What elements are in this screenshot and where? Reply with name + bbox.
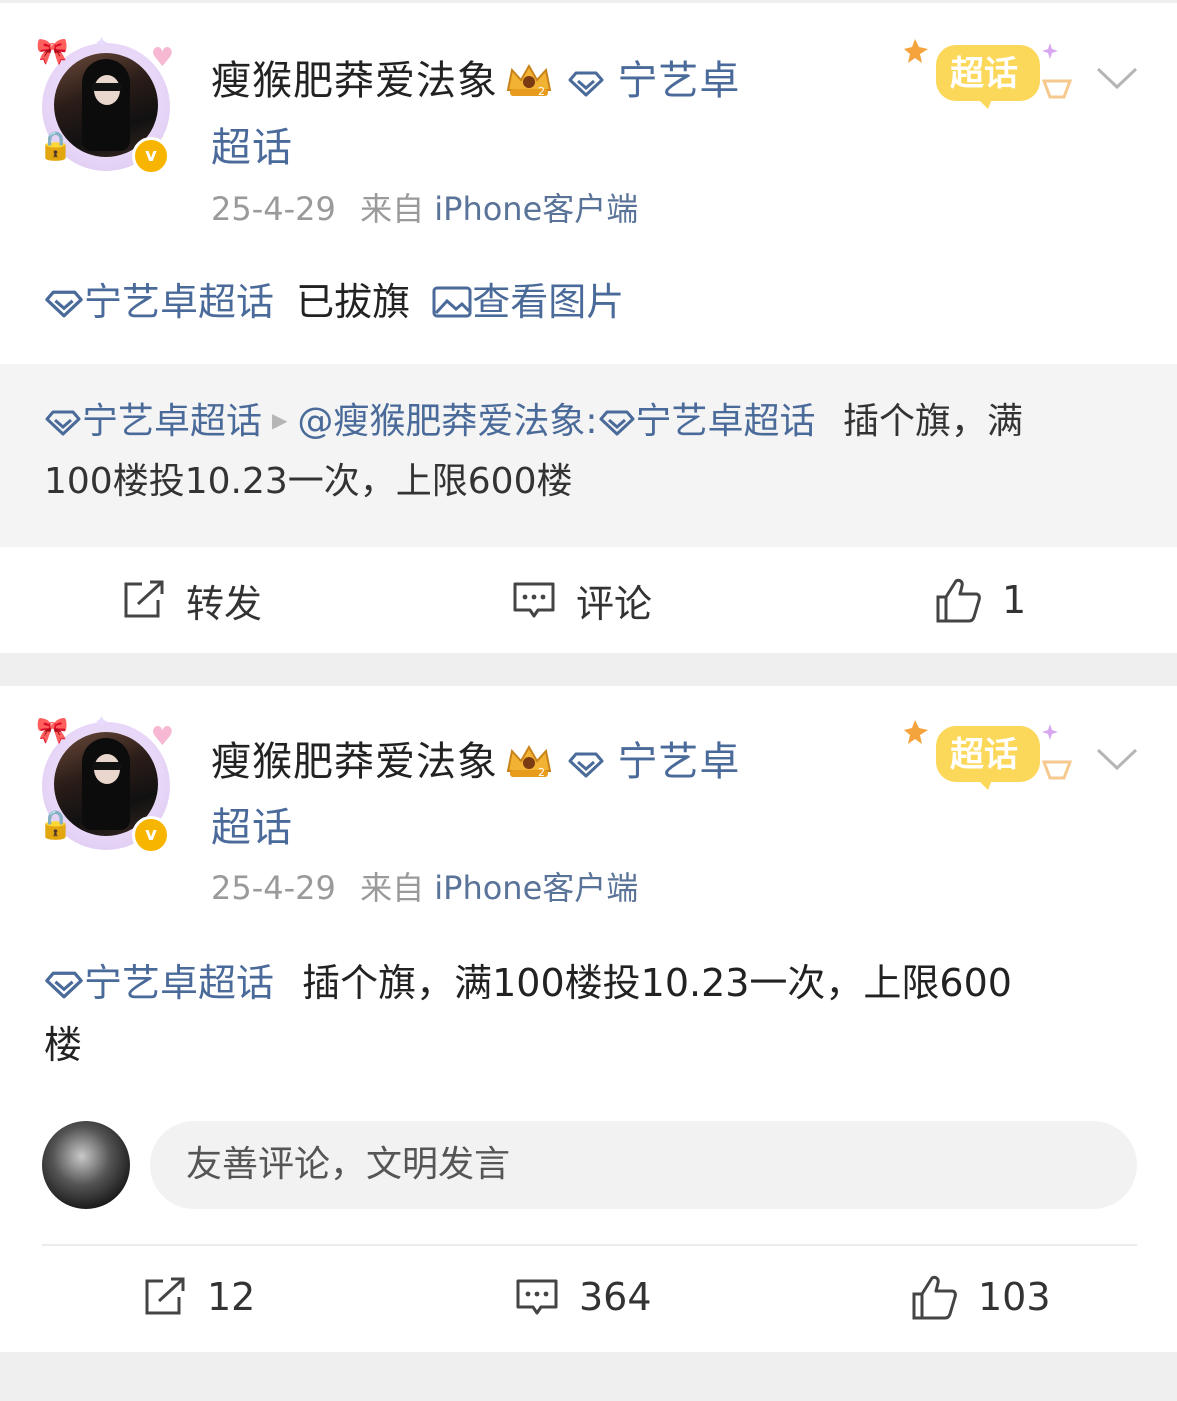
like-count: 1: [1002, 578, 1027, 622]
post-source[interactable]: iPhone客户端: [434, 190, 638, 228]
repost-count: 12: [207, 1275, 256, 1319]
post-date: 25-4-29: [211, 869, 336, 907]
post-meta: 25-4-29 来自 iPhone客户端: [211, 868, 638, 908]
username[interactable]: 瘦猴肥莽爱法象: [211, 58, 498, 104]
user-avatar[interactable]: 🎀 ♥ ✦ 🔒 v: [36, 33, 176, 175]
quote-topic-link[interactable]: 宁艺卓超话: [44, 401, 262, 442]
like-icon: [936, 578, 981, 623]
diamond-icon: [45, 290, 83, 318]
quote-topic2-link[interactable]: 宁艺卓超话: [598, 401, 816, 442]
repost-icon: [124, 580, 164, 618]
diamond-icon: [599, 410, 635, 436]
post-header-line2: 超话: [211, 124, 293, 172]
heart-icon: ♥: [150, 722, 174, 752]
body-topic-link[interactable]: 宁艺卓超话: [44, 961, 274, 1005]
post-source[interactable]: iPhone客户端: [434, 869, 638, 907]
sparkle-icon: ✦: [94, 33, 110, 54]
like-button[interactable]: 1: [934, 550, 1026, 650]
comment-count: 364: [579, 1275, 652, 1319]
chaohua-badge-label: 超话: [950, 735, 1018, 775]
post-header-line2: 超话: [211, 804, 293, 852]
like-icon: [912, 1275, 957, 1320]
play-arrow-icon: ▶: [272, 408, 288, 432]
repost-label: 转发: [186, 581, 263, 626]
repost-icon: [145, 1277, 185, 1315]
comment-button[interactable]: 364: [515, 1247, 652, 1347]
comment-row: 友善评论，文明发言: [0, 1121, 1177, 1211]
comment-button[interactable]: 评论: [512, 550, 652, 650]
sparkle-icon: ✦: [94, 712, 110, 733]
crown-icon: 2: [506, 744, 552, 779]
chevron-down-icon[interactable]: [1095, 746, 1139, 774]
post-actions: 12 364 103: [0, 1247, 1177, 1347]
post-card-2[interactable]: 🎀 ♥ ✦ 🔒 v 瘦猴肥莽爱法象 2 宁艺卓 超话 25-4-29 来自 iP…: [0, 686, 1177, 1352]
topic-name: 宁艺卓: [617, 739, 741, 785]
body-topic-text: 宁艺卓超话: [84, 961, 275, 1005]
topic-name: 宁艺卓: [617, 58, 741, 104]
source-prefix: 来自: [360, 869, 425, 907]
body-topic-text: 宁艺卓超话: [84, 280, 275, 324]
comment-input[interactable]: 友善评论，文明发言: [150, 1121, 1137, 1209]
post-actions: 转发 评论 1: [0, 550, 1177, 650]
quote-topic-text: 宁艺卓超话: [82, 401, 263, 442]
quote-text-1: 插个旗，满: [843, 401, 1024, 442]
topic-name-cont[interactable]: 超话: [211, 125, 293, 171]
lock-icon: 🔒: [38, 808, 73, 841]
post-header-line1: 瘦猴肥莽爱法象 2 宁艺卓: [211, 738, 740, 786]
verified-icon: v: [132, 816, 170, 854]
view-image-label: 查看图片: [472, 280, 625, 324]
post-date: 25-4-29: [211, 190, 336, 228]
user-avatar[interactable]: 🎀 ♥ ✦ 🔒 v: [36, 712, 176, 854]
body-text-1: 插个旗，满100楼投10.23一次，上限600: [302, 961, 1012, 1005]
chevron-down-icon[interactable]: [1095, 65, 1139, 93]
topic-name-cont[interactable]: 超话: [211, 805, 293, 851]
quoted-post[interactable]: 宁艺卓超话 ▶ @瘦猴肥莽爱法象: 宁艺卓超话 插个旗，满 100楼投10.23一次，…: [0, 364, 1177, 547]
post-meta: 25-4-29 来自 iPhone客户端: [211, 189, 638, 229]
heart-icon: ♥: [150, 43, 174, 73]
image-icon: [432, 286, 472, 318]
body-text: 已拔旗: [296, 280, 411, 324]
diamond-icon: [568, 71, 604, 97]
username[interactable]: 瘦猴肥莽爱法象: [211, 739, 498, 785]
post-body: 宁艺卓超话 插个旗，满100楼投10.23一次，上限600 楼: [44, 952, 1117, 1076]
svg-text:2: 2: [538, 766, 546, 779]
chaohua-badge-icon[interactable]: 超话: [898, 31, 1078, 111]
post-card-1[interactable]: 🎀 ♥ ✦ 🔒 v 瘦猴肥莽爱法象 2 宁艺卓 超话 25-4-29 来自 iP…: [0, 3, 1177, 653]
chaohua-badge-label: 超话: [950, 54, 1018, 94]
chaohua-badge-icon[interactable]: 超话: [898, 712, 1078, 792]
lock-icon: 🔒: [38, 129, 73, 162]
quote-text-2: 100楼投10.23一次，上限600楼: [44, 461, 573, 502]
topic-link[interactable]: 宁艺卓: [568, 58, 741, 104]
svg-text:2: 2: [538, 85, 546, 98]
diamond-icon: [45, 410, 81, 436]
bow-icon: 🎀: [36, 37, 69, 67]
like-count: 103: [978, 1275, 1051, 1319]
repost-button[interactable]: 12: [143, 1247, 255, 1347]
verified-icon: v: [132, 137, 170, 175]
post-body: 宁艺卓超话 已拔旗 查看图片: [44, 271, 1117, 333]
quote-mention[interactable]: @瘦猴肥莽爱法象:: [297, 401, 597, 442]
my-avatar[interactable]: [42, 1121, 130, 1209]
topic-link[interactable]: 宁艺卓: [568, 739, 741, 785]
view-image-link[interactable]: 查看图片: [432, 280, 624, 324]
body-topic-link[interactable]: 宁艺卓超话: [44, 280, 274, 324]
crown-icon: 2: [506, 63, 552, 98]
comment-icon: [516, 1279, 558, 1315]
bow-icon: 🎀: [36, 716, 69, 746]
body-text-2: 楼: [44, 1023, 83, 1067]
divider: [42, 1244, 1137, 1246]
comment-label: 评论: [576, 581, 653, 626]
like-button[interactable]: 103: [910, 1247, 1051, 1347]
repost-button[interactable]: 转发: [122, 550, 262, 650]
post-header-line1: 瘦猴肥莽爱法象 2 宁艺卓: [211, 57, 740, 105]
diamond-icon: [568, 752, 604, 778]
comment-icon: [513, 582, 555, 618]
source-prefix: 来自: [360, 190, 425, 228]
diamond-icon: [45, 971, 83, 999]
quote-topic2-text: 宁艺卓超话: [635, 401, 816, 442]
